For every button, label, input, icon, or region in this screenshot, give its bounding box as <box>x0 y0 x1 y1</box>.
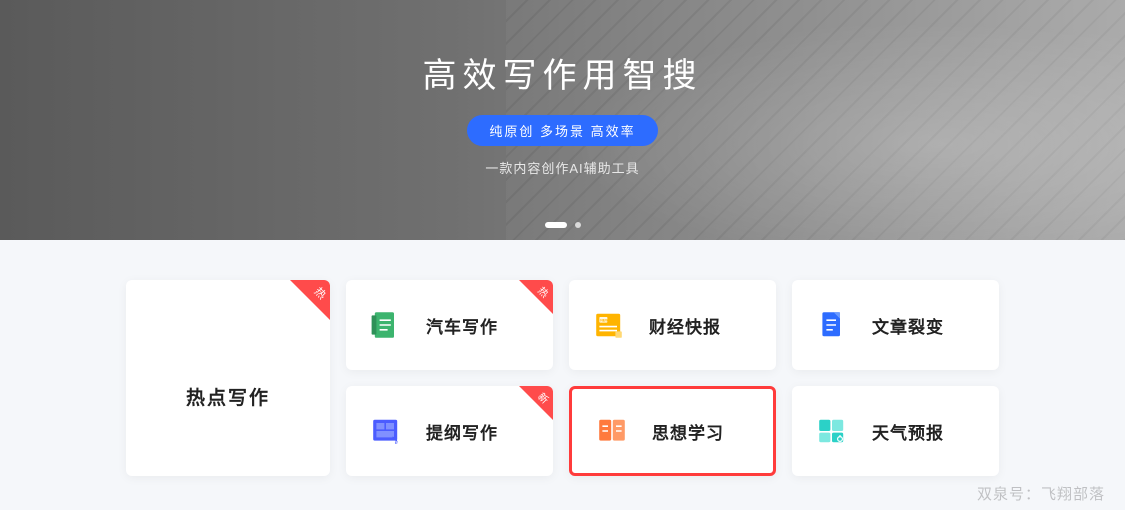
hero-title: 高效写作用智搜 <box>423 48 703 97</box>
document-icon <box>812 305 852 345</box>
book-icon <box>366 305 406 345</box>
feature-card-label: 文章裂变 <box>872 313 944 338</box>
layout-icon: e <box>366 411 406 451</box>
ribbon-new: 新 <box>519 386 553 420</box>
feature-card-thought-study[interactable]: 思想学习 <box>569 386 776 476</box>
open-book-icon <box>592 411 632 451</box>
hero-banner: 高效写作用智搜 纯原创 多场景 高效率 一款内容创作AI辅助工具 <box>0 0 1125 240</box>
feature-card-auto-writing[interactable]: 热 汽车写作 <box>346 280 553 370</box>
feature-card-outline-writing[interactable]: 新 e 提纲写作 <box>346 386 553 476</box>
feature-card-hotspot-writing[interactable]: 热 热点写作 <box>126 280 330 476</box>
feature-card-label: 财经快报 <box>649 313 721 338</box>
carousel-dot[interactable] <box>575 222 581 228</box>
svg-text:NEW: NEW <box>600 318 609 322</box>
feature-grid: 热 热点写作 热 汽车写作 NEW 财经快报 <box>0 240 1125 476</box>
feature-card-label: 汽车写作 <box>426 313 498 338</box>
feature-card-article-split[interactable]: 文章裂变 <box>792 280 999 370</box>
ribbon-hot: 热 <box>290 280 330 320</box>
feature-card-label: 天气预报 <box>872 419 944 444</box>
feature-card-label: 热点写作 <box>186 383 270 410</box>
hero-subtitle: 一款内容创作AI辅助工具 <box>485 158 639 177</box>
hero-tagline-pill: 纯原创 多场景 高效率 <box>467 115 657 146</box>
ribbon-hot: 热 <box>519 280 553 314</box>
svg-text:e: e <box>395 440 398 446</box>
feature-card-label: 思想学习 <box>652 419 724 444</box>
news-icon: NEW <box>589 305 629 345</box>
feature-card-weather-forecast[interactable]: 天气预报 <box>792 386 999 476</box>
watermark-text: 双泉号：飞翔部落 <box>977 483 1105 504</box>
feature-card-label: 提纲写作 <box>426 419 498 444</box>
dashboard-icon <box>812 411 852 451</box>
carousel-dots[interactable] <box>545 222 581 228</box>
feature-card-finance-news[interactable]: NEW 财经快报 <box>569 280 776 370</box>
carousel-dot[interactable] <box>545 222 567 228</box>
